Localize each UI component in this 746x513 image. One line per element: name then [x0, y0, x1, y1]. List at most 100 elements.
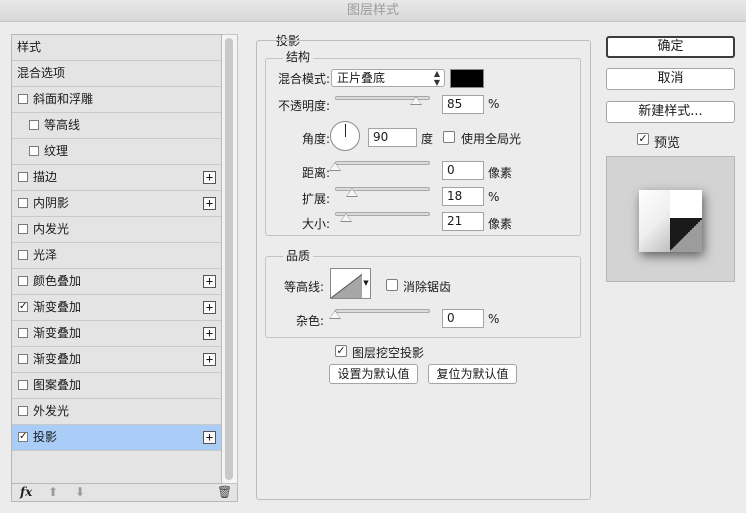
style-list-label: 颜色叠加	[33, 274, 82, 288]
cancel-button[interactable]: 取消	[606, 68, 735, 90]
style-list-label: 样式	[17, 40, 42, 54]
style-checkbox[interactable]: ✓	[18, 302, 28, 312]
style-checkbox[interactable]	[29, 120, 39, 130]
preview-swatch	[639, 190, 702, 252]
style-list-item[interactable]: 内阴影 +	[12, 191, 221, 217]
style-list-label: 斜面和浮雕	[33, 92, 94, 106]
opacity-slider-thumb[interactable]	[409, 96, 422, 105]
add-effect-icon[interactable]: +	[203, 353, 216, 366]
distance-slider-thumb[interactable]	[329, 162, 341, 171]
new-style-button[interactable]: 新建样式...	[606, 101, 735, 123]
preview-label: 预览	[654, 136, 681, 151]
reset-default-button[interactable]: 复位为默认值	[428, 364, 517, 384]
style-checkbox[interactable]	[29, 146, 39, 156]
knockout-checkbox[interactable]: ✓	[335, 345, 347, 357]
style-list-item[interactable]: ✓ 渐变叠加 +	[12, 295, 221, 321]
size-input[interactable]: 21	[442, 212, 484, 231]
blend-mode-select[interactable]: 正片叠底 ▲ ▼	[331, 69, 445, 87]
style-checkbox[interactable]	[18, 354, 28, 364]
knockout-label: 图层挖空投影	[352, 346, 425, 360]
style-checkbox[interactable]	[18, 328, 28, 338]
angle-unit: 度	[421, 132, 434, 146]
size-unit: 像素	[488, 217, 513, 231]
size-slider-thumb[interactable]	[340, 213, 353, 222]
contour-label: 等高线:	[283, 280, 324, 294]
spread-input[interactable]: 18	[442, 187, 484, 206]
add-effect-icon[interactable]: +	[203, 171, 216, 184]
style-list-item[interactable]: 描边 +	[12, 165, 221, 191]
antialias-label: 消除锯齿	[403, 280, 452, 294]
noise-input[interactable]: 0	[442, 309, 484, 328]
style-list-label: 描边	[33, 170, 58, 184]
style-list-item[interactable]: 等高线	[12, 113, 221, 139]
add-effect-icon[interactable]: +	[203, 301, 216, 314]
style-list-item[interactable]: 混合选项	[12, 61, 221, 87]
style-list-label: 内发光	[33, 222, 70, 236]
style-checkbox[interactable]: ✓	[18, 432, 28, 442]
angle-input[interactable]: 90	[368, 128, 417, 147]
style-list-item[interactable]: 斜面和浮雕	[12, 87, 221, 113]
add-effect-icon[interactable]: +	[203, 327, 216, 340]
noise-slider[interactable]	[335, 309, 430, 313]
style-list-label: 图案叠加	[33, 378, 82, 392]
style-list-label: 投影	[33, 430, 58, 444]
make-default-button[interactable]: 设置为默认值	[329, 364, 418, 384]
style-list-item[interactable]: 颜色叠加 +	[12, 269, 221, 295]
style-list-label: 光泽	[33, 248, 58, 262]
distance-unit: 像素	[488, 166, 513, 180]
add-effect-icon[interactable]: +	[203, 197, 216, 210]
style-list: 样式 混合选项 斜面和浮雕 等高线 纹理 描边 + 内阴影 + 内发光 光泽 颜色叠加 + ✓ 渐变叠加 + 渐…	[11, 34, 222, 484]
style-list-label: 渐变叠加	[33, 300, 82, 314]
style-checkbox[interactable]	[18, 250, 28, 260]
style-checkbox[interactable]	[18, 172, 28, 182]
opacity-input[interactable]: 85	[442, 95, 484, 114]
style-list-item[interactable]: 内发光	[12, 217, 221, 243]
style-list-item[interactable]: 图案叠加	[12, 373, 221, 399]
opacity-unit: %	[488, 97, 500, 111]
scrollbar-thumb[interactable]	[225, 38, 233, 480]
style-checkbox[interactable]	[18, 380, 28, 390]
style-list-label: 渐变叠加	[33, 326, 82, 340]
antialias-checkbox[interactable]	[386, 279, 398, 291]
style-checkbox[interactable]	[18, 224, 28, 234]
distance-input[interactable]: 0	[442, 161, 484, 180]
arrow-up-icon[interactable]: ⬆	[48, 485, 58, 499]
angle-dial[interactable]	[330, 121, 360, 151]
fx-icon[interactable]: fx	[20, 485, 32, 499]
ok-button[interactable]: 确定	[606, 36, 735, 58]
style-list-scrollbar[interactable]	[222, 34, 238, 484]
style-checkbox[interactable]	[18, 406, 28, 416]
arrow-down-icon[interactable]: ⬇	[75, 485, 85, 499]
style-list-label: 渐变叠加	[33, 352, 82, 366]
style-list-label: 混合选项	[17, 66, 66, 80]
noise-slider-thumb[interactable]	[329, 310, 341, 319]
structure-title: 结构	[283, 48, 314, 65]
noise-unit: %	[488, 312, 500, 326]
noise-label: 杂色:	[295, 314, 324, 328]
style-list-label: 纹理	[44, 144, 69, 158]
style-preview	[606, 156, 735, 282]
style-list-item[interactable]: 外发光	[12, 399, 221, 425]
style-list-item[interactable]: ✓ 投影 +	[12, 425, 221, 451]
preview-checkbox[interactable]: ✓	[637, 133, 649, 145]
style-list-item[interactable]: 光泽	[12, 243, 221, 269]
global-light-label: 使用全局光	[461, 132, 522, 146]
angle-label: 角度:	[301, 132, 330, 146]
shadow-color-swatch[interactable]	[450, 69, 484, 88]
distance-slider[interactable]	[335, 161, 430, 165]
add-effect-icon[interactable]: +	[203, 275, 216, 288]
style-list-item[interactable]: 渐变叠加 +	[12, 321, 221, 347]
style-list-item[interactable]: 渐变叠加 +	[12, 347, 221, 373]
style-list-item[interactable]: 纹理	[12, 139, 221, 165]
contour-dropdown-icon[interactable]: ▼	[362, 268, 371, 299]
style-checkbox[interactable]	[18, 276, 28, 286]
style-list-label: 内阴影	[33, 196, 70, 210]
window-title: 图层样式	[0, 0, 746, 22]
style-checkbox[interactable]	[18, 94, 28, 104]
add-effect-icon[interactable]: +	[203, 431, 216, 444]
style-checkbox[interactable]	[18, 198, 28, 208]
global-light-checkbox[interactable]	[443, 131, 455, 143]
trash-icon[interactable]: 🗑	[217, 485, 232, 499]
spread-slider-thumb[interactable]	[346, 188, 359, 197]
style-list-item[interactable]: 样式	[12, 35, 221, 61]
